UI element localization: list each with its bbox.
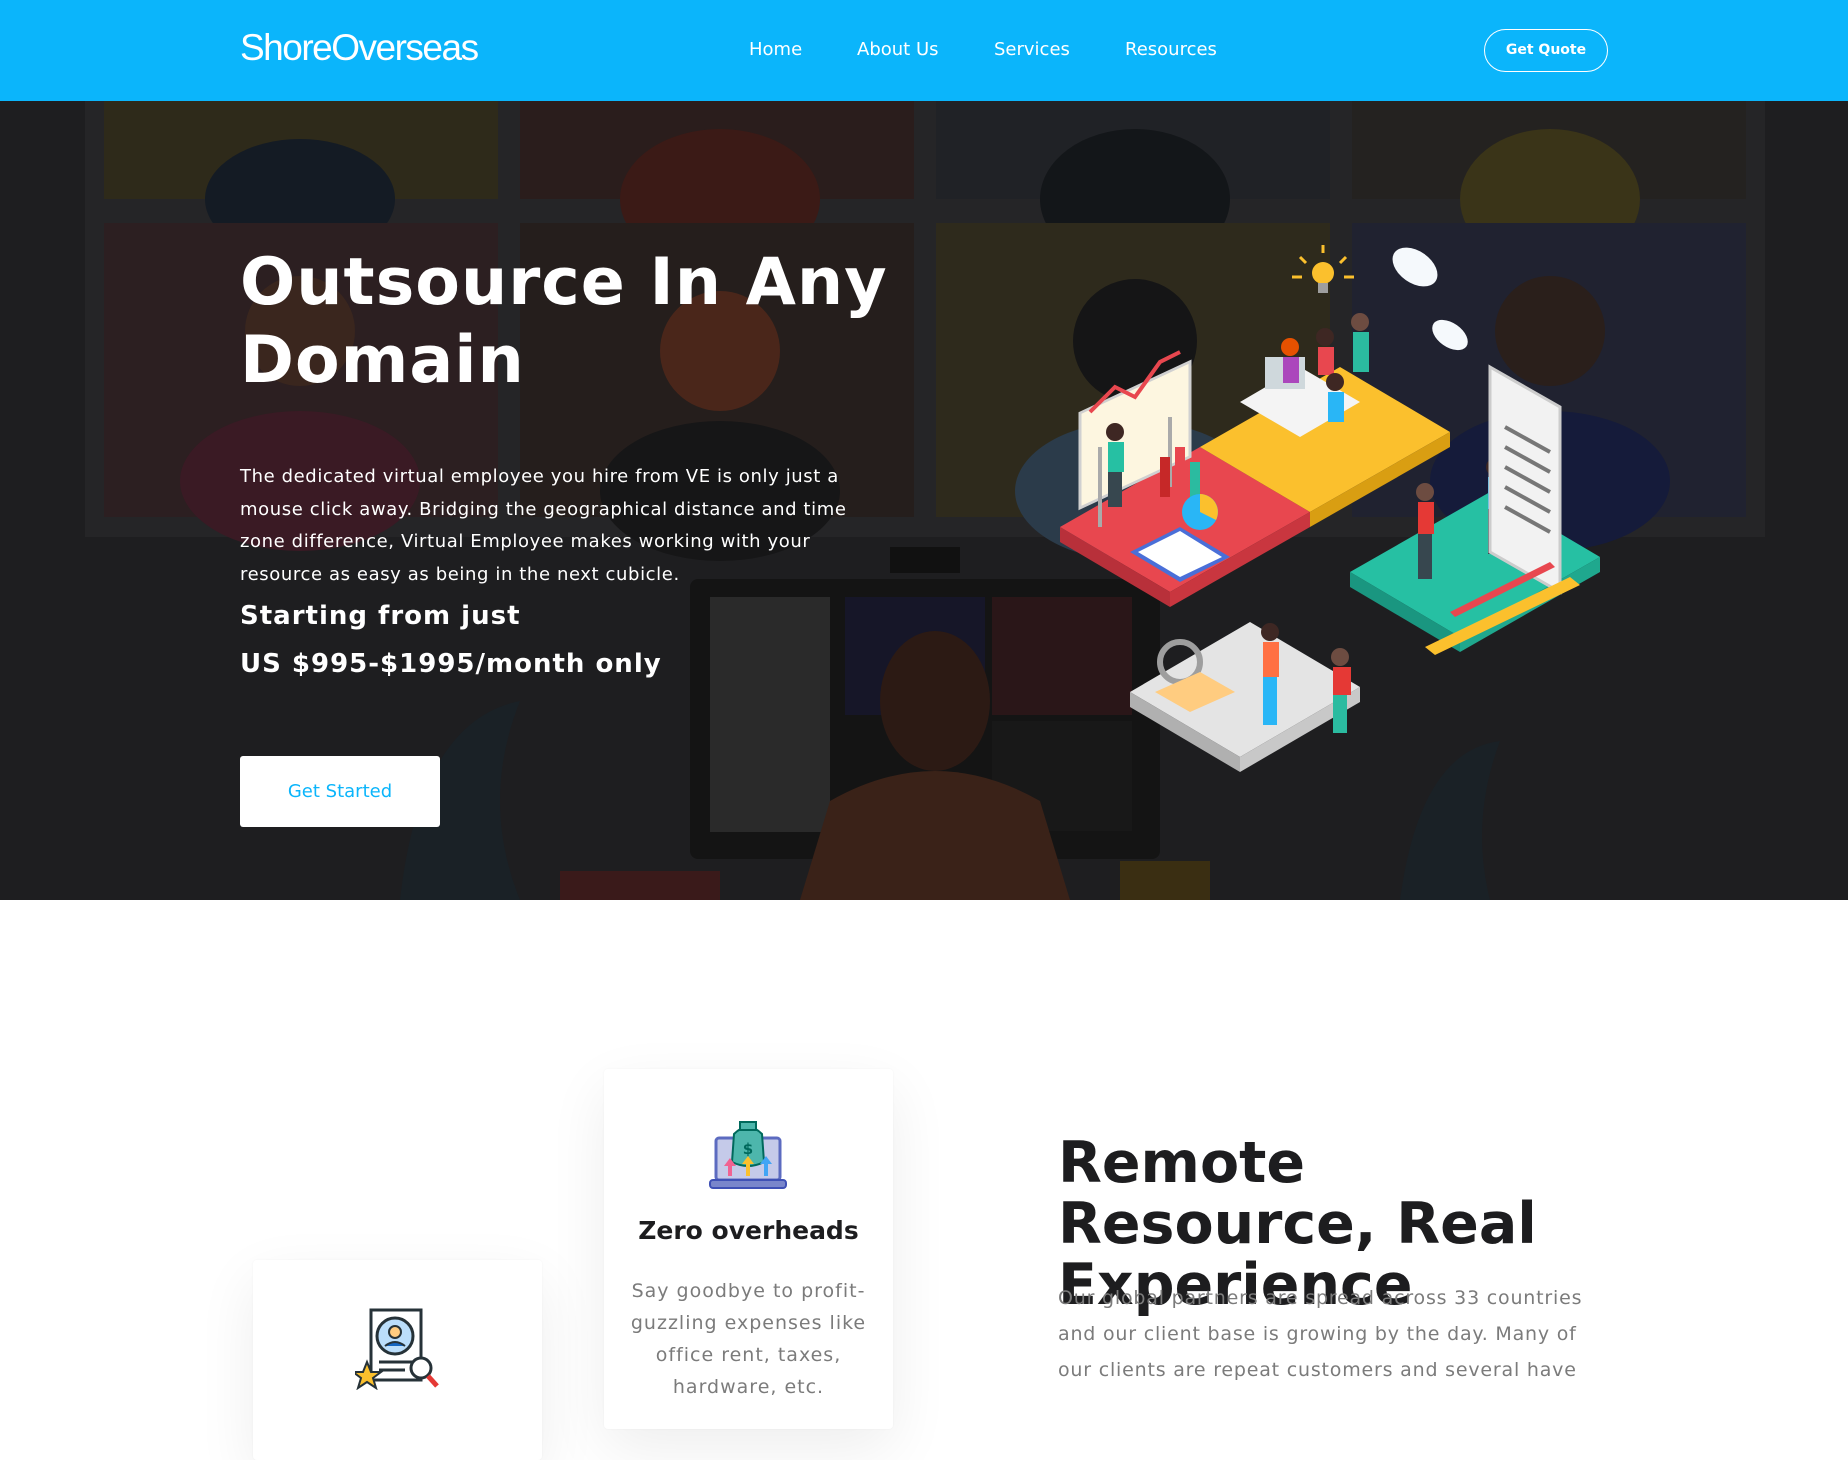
get-started-button[interactable]: Get Started [240,756,440,827]
hero-description: The dedicated virtual employee you hire … [240,466,847,585]
feature-card [253,1260,542,1460]
feature-card-description: Say goodbye to profit-guzzling expenses … [630,1280,867,1398]
hero-price-intro: Starting from just [240,601,521,631]
laptop-money-bag-icon: $ [709,1121,787,1189]
nav-item-services[interactable]: Services [994,37,1070,63]
hero-section: Outsource In Any Domain The dedicated vi… [0,101,1848,900]
nav-item-about-us[interactable]: About Us [857,37,939,63]
hero-title: Outsource In Any Domain [240,245,888,398]
top-navbar: ShoreOverseas Home About Us Services Res… [0,0,1848,101]
svg-text:$: $ [743,1140,753,1158]
nav-item-home[interactable]: Home [749,37,802,63]
about-section-description: Our global partners are spread across 33… [1058,1287,1583,1381]
feature-card-title: Zero overheads [638,1216,859,1245]
resume-search-icon [355,1308,439,1390]
hero-price-value: US $995-$1995/month only [240,649,662,679]
nav-item-resources[interactable]: Resources [1125,37,1217,63]
feature-card: $ Zero overheads Say goodbye to profit-g… [604,1069,893,1429]
get-quote-button[interactable]: Get Quote [1484,29,1608,72]
isometric-puzzle-team-illustration [1060,245,1600,772]
